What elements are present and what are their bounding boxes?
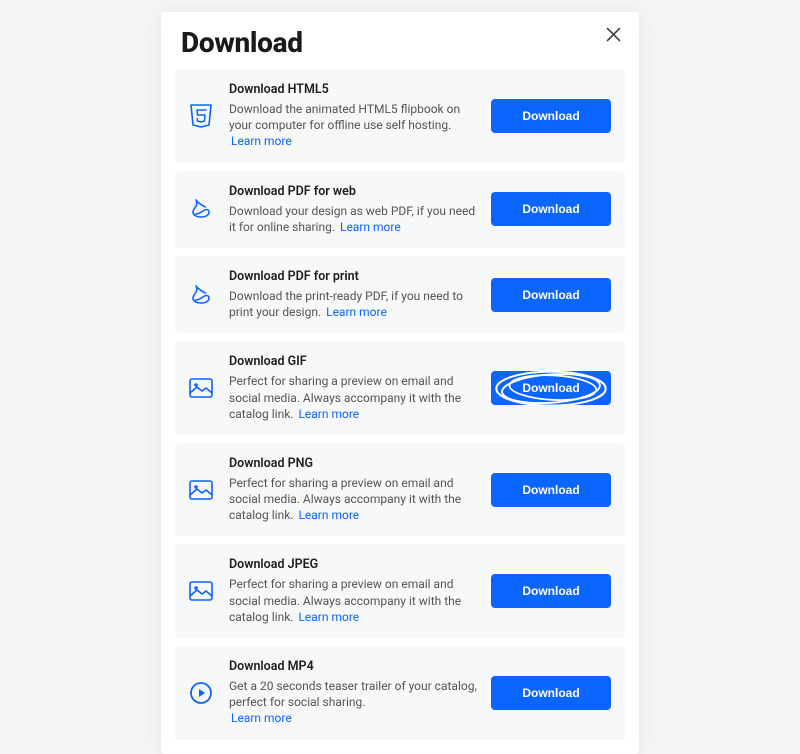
close-icon bbox=[606, 27, 621, 42]
option-title: Download PNG bbox=[229, 456, 477, 471]
option-description: Perfect for sharing a preview on email a… bbox=[229, 373, 477, 422]
option-body: Download PNG Perfect for sharing a previe… bbox=[229, 456, 477, 524]
option-card: Download MP4 Get a 20 seconds teaser trai… bbox=[175, 646, 625, 740]
modal-title: Download bbox=[181, 26, 619, 59]
download-button-wrap: Download bbox=[491, 278, 611, 312]
html5-icon bbox=[187, 102, 215, 130]
option-title: Download GIF bbox=[229, 354, 477, 369]
download-button[interactable]: Download bbox=[491, 574, 611, 608]
learn-more-link[interactable]: Learn more bbox=[340, 220, 401, 234]
learn-more-link[interactable]: Learn more bbox=[326, 305, 387, 319]
download-button[interactable]: Download bbox=[491, 676, 611, 710]
option-description: Get a 20 seconds teaser trailer of your … bbox=[229, 678, 477, 727]
download-button[interactable]: Download bbox=[491, 192, 611, 226]
learn-more-link[interactable]: Learn more bbox=[231, 134, 292, 148]
option-description-text: Download the animated HTML5 flipbook on … bbox=[229, 102, 460, 132]
option-body: Download JPEG Perfect for sharing a previ… bbox=[229, 557, 477, 625]
close-button[interactable] bbox=[603, 24, 623, 44]
download-button-wrap: Download bbox=[491, 473, 611, 507]
pdf-icon bbox=[187, 195, 215, 223]
option-title: Download HTML5 bbox=[229, 82, 477, 97]
learn-more-link[interactable]: Learn more bbox=[298, 407, 359, 421]
learn-more-link[interactable]: Learn more bbox=[298, 508, 359, 522]
option-title: Download MP4 bbox=[229, 659, 477, 674]
option-title: Download PDF for print bbox=[229, 269, 477, 284]
option-body: Download PDF for web Download your design… bbox=[229, 184, 477, 235]
option-body: Download GIF Perfect for sharing a previe… bbox=[229, 354, 477, 422]
option-body: Download PDF for print Download the print… bbox=[229, 269, 477, 320]
option-description-text: Get a 20 seconds teaser trailer of your … bbox=[229, 679, 477, 709]
option-card: Download GIF Perfect for sharing a previe… bbox=[175, 341, 625, 435]
image-icon bbox=[187, 374, 215, 402]
option-description: Perfect for sharing a preview on email a… bbox=[229, 475, 477, 524]
option-description: Perfect for sharing a preview on email a… bbox=[229, 576, 477, 625]
option-description: Download the animated HTML5 flipbook on … bbox=[229, 101, 477, 150]
option-body: Download MP4 Get a 20 seconds teaser trai… bbox=[229, 659, 477, 727]
play-icon bbox=[187, 679, 215, 707]
option-body: Download HTML5 Download the animated HTML… bbox=[229, 82, 477, 150]
option-description: Download the print-ready PDF, if you nee… bbox=[229, 288, 477, 320]
pdf-icon bbox=[187, 281, 215, 309]
download-button-wrap: Download bbox=[491, 676, 611, 710]
download-button[interactable]: Download bbox=[491, 371, 611, 405]
option-title: Download JPEG bbox=[229, 557, 477, 572]
modal-header: Download bbox=[175, 20, 625, 69]
option-title: Download PDF for web bbox=[229, 184, 477, 199]
learn-more-link[interactable]: Learn more bbox=[231, 711, 292, 725]
download-button-wrap: Download bbox=[491, 192, 611, 226]
option-card: Download HTML5 Download the animated HTML… bbox=[175, 69, 625, 163]
download-modal: Download Download HTML5 Download the anim… bbox=[161, 12, 639, 754]
download-button[interactable]: Download bbox=[491, 473, 611, 507]
option-card: Download PNG Perfect for sharing a previe… bbox=[175, 443, 625, 537]
option-card: Download PDF for print Download the print… bbox=[175, 256, 625, 333]
download-button[interactable]: Download bbox=[491, 99, 611, 133]
option-card: Download JPEG Perfect for sharing a previ… bbox=[175, 544, 625, 638]
download-button-wrap: Download bbox=[491, 371, 611, 405]
download-button-wrap: Download bbox=[491, 574, 611, 608]
options-list: Download HTML5 Download the animated HTML… bbox=[175, 69, 625, 740]
image-icon bbox=[187, 476, 215, 504]
download-button[interactable]: Download bbox=[491, 278, 611, 312]
learn-more-link[interactable]: Learn more bbox=[298, 610, 359, 624]
option-description: Download your design as web PDF, if you … bbox=[229, 203, 477, 235]
download-button-wrap: Download bbox=[491, 99, 611, 133]
image-icon bbox=[187, 577, 215, 605]
option-card: Download PDF for web Download your design… bbox=[175, 171, 625, 248]
